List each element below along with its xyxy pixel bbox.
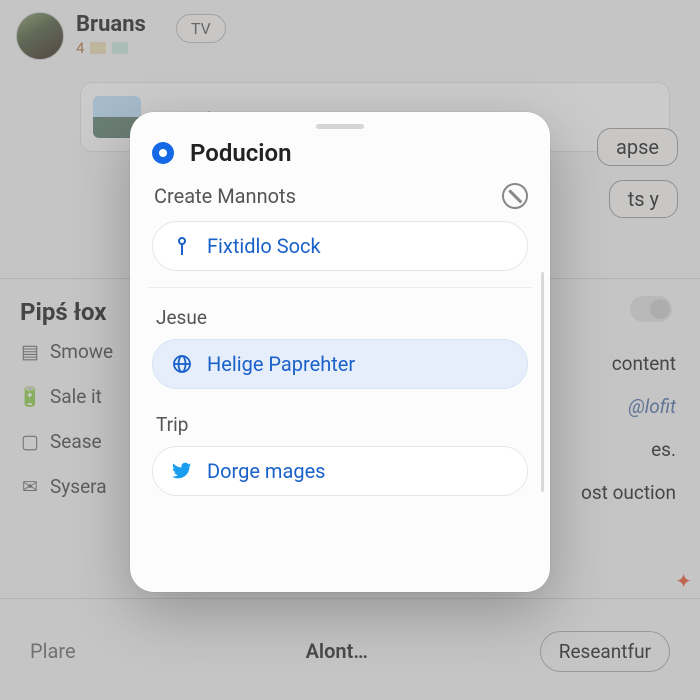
modal-header: Poducion [152, 139, 528, 167]
option-helige[interactable]: Helige Paprehter [152, 339, 528, 389]
group-label: Jesue [156, 306, 528, 329]
modal-title: Poducion [190, 139, 291, 167]
option-label: Fixtidlo Sock [207, 234, 321, 258]
modal-subheader: Create Mannots [154, 183, 528, 209]
option-label: Dorge mages [207, 459, 326, 483]
option-label: Helige Paprehter [207, 352, 355, 376]
globe-icon [171, 353, 193, 375]
bird-icon [171, 460, 193, 482]
group-label: Trip [156, 413, 528, 436]
divider [148, 287, 532, 288]
option-dorge[interactable]: Dorge mages [152, 446, 528, 496]
radio-selected-icon[interactable] [152, 142, 174, 164]
option-fixtidlo[interactable]: Fixtidlo Sock [152, 221, 528, 271]
scrollbar[interactable] [541, 272, 544, 492]
drag-handle[interactable] [316, 124, 364, 129]
block-icon[interactable] [502, 183, 528, 209]
pin-icon [171, 235, 193, 257]
modal-subtitle: Create Mannots [154, 184, 296, 208]
action-sheet: Poducion Create Mannots Fixtidlo Sock Je… [130, 112, 550, 592]
